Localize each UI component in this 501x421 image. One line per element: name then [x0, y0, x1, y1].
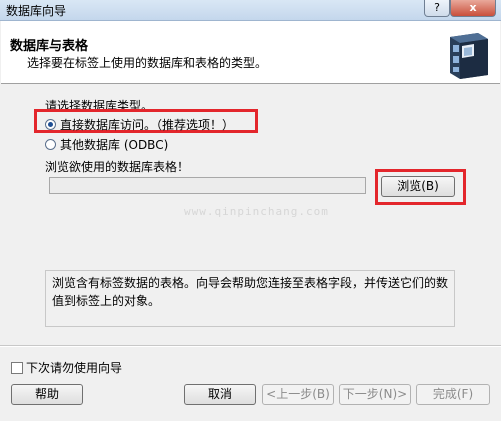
option-label: 其他数据库 (ODBC) [60, 138, 169, 152]
question-icon: ? [434, 1, 440, 14]
description-box: 浏览含有标签数据的表格。向导会帮助您连接至表格字段，并传送它们的数值到标签上的对… [45, 270, 455, 327]
title-bar: 数据库向导 ? x [0, 0, 501, 21]
file-cabinet-icon [450, 33, 488, 79]
finish-button[interactable]: 完成(F) [416, 384, 490, 405]
checkbox[interactable] [11, 361, 23, 374]
description-text: 浏览含有标签数据的表格。向导会帮助您连接至表格字段，并传送它们的数值到标签上的对… [52, 276, 449, 308]
help-button[interactable]: 帮助 [11, 384, 83, 405]
help-title-button[interactable]: ? [424, 0, 450, 17]
dont-use-wizard-option[interactable]: 下次请勿使用向导 [11, 359, 122, 376]
watermark: www.qinpinchang.com [184, 205, 329, 218]
option-direct-access[interactable]: 直接数据库访问。（推荐选项！） [45, 116, 234, 133]
page-subtitle: 选择要在标签上使用的数据库和表格的类型。 [27, 56, 268, 70]
back-button[interactable]: <上一步(B) [262, 384, 334, 405]
table-path-field[interactable] [49, 177, 366, 194]
checkbox-label: 下次请勿使用向导 [26, 361, 123, 375]
radio-button[interactable] [45, 139, 56, 150]
browse-button[interactable]: 浏览(B) [381, 176, 455, 197]
browse-label: 浏览欲使用的数据库表格！ [45, 160, 190, 174]
page-title: 数据库与表格 [10, 39, 89, 54]
close-icon: x [469, 1, 477, 14]
wizard-header: 数据库与表格 选择要在标签上使用的数据库和表格的类型。 [1, 21, 500, 84]
radio-button-checked[interactable] [45, 119, 56, 130]
option-odbc[interactable]: 其他数据库 (ODBC) [45, 136, 168, 153]
next-button[interactable]: 下一步(N)> [339, 384, 411, 405]
divider [0, 345, 501, 347]
option-label: 直接数据库访问。（推荐选项！） [60, 118, 235, 132]
window-title: 数据库向导 [6, 4, 67, 18]
close-button[interactable]: x [450, 0, 496, 17]
cancel-button[interactable]: 取消 [184, 384, 256, 405]
